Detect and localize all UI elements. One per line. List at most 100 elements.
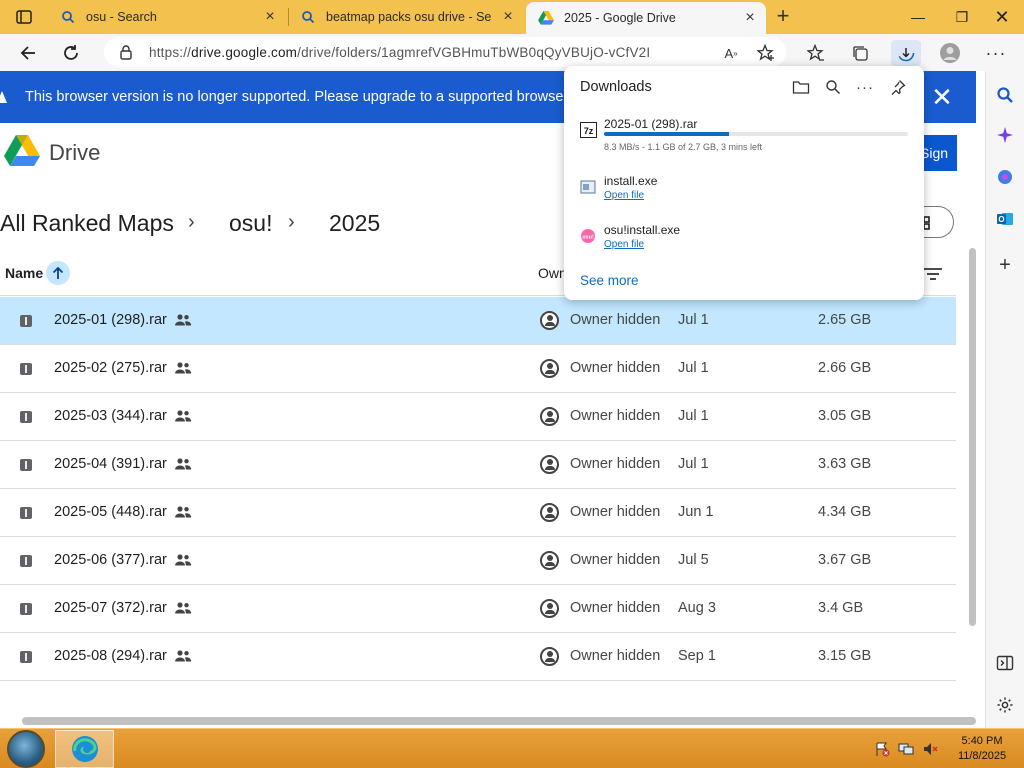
profile-avatar[interactable] [937, 40, 963, 66]
shared-people-icon [174, 457, 192, 471]
minimize-icon[interactable]: — [896, 0, 940, 34]
search-downloads-icon[interactable] [822, 76, 844, 98]
back-button[interactable] [15, 40, 41, 66]
edge-sidebar: O + [985, 71, 1024, 728]
file-size: 3.4 GB [818, 600, 864, 616]
owner-avatar-icon [540, 407, 559, 426]
more-options-icon[interactable]: ··· [983, 40, 1009, 66]
horizontal-scrollbar[interactable] [22, 717, 976, 725]
file-name[interactable]: 2025-01 (298).rar [54, 312, 167, 328]
new-tab-button[interactable]: + [772, 5, 794, 28]
settings-gear-icon[interactable] [993, 693, 1017, 717]
column-name[interactable]: Name [5, 265, 43, 281]
downloads-title: Downloads [580, 79, 652, 95]
file-modified-date: Jul 1 [678, 408, 709, 424]
open-downloads-folder-icon[interactable] [790, 76, 812, 98]
refresh-button[interactable] [58, 40, 84, 66]
file-row[interactable]: 2025-01 (298).rar Owner hidden Jul 1 2.65 G… [0, 297, 956, 345]
file-row[interactable]: 2025-08 (294).rar Owner hidden Sep 1 3.15 G… [0, 633, 956, 681]
tab-title: osu - Search [86, 10, 157, 24]
file-name[interactable]: 2025-04 (391).rar [54, 456, 167, 472]
file-row[interactable]: 2025-05 (448).rar Owner hidden Jun 1 4.34 G… [0, 489, 956, 537]
tab-google-drive[interactable]: 2025 - Google Drive × [526, 2, 766, 34]
close-tab-icon[interactable]: × [500, 9, 516, 25]
file-owner: Owner hidden [570, 648, 661, 664]
shared-people-icon [174, 409, 192, 423]
tab-osu-search[interactable]: osu - Search × [48, 0, 286, 34]
copilot-icon[interactable] [993, 123, 1017, 147]
read-aloud-icon[interactable]: A» [718, 40, 744, 66]
file-name[interactable]: 2025-08 (294).rar [54, 648, 167, 664]
archive-file-icon [20, 363, 32, 375]
pin-icon[interactable] [887, 76, 909, 98]
archive-file-icon [20, 507, 32, 519]
breadcrumb-item-osu[interactable]: osu! [229, 210, 272, 237]
exe-icon [580, 179, 597, 195]
add-favorite-icon[interactable] [753, 40, 779, 66]
add-sidebar-app-icon[interactable]: + [993, 253, 1017, 277]
file-name[interactable]: 2025-03 (344).rar [54, 408, 167, 424]
file-modified-date: Sep 1 [678, 648, 716, 664]
more-download-options-icon[interactable]: ··· [854, 76, 876, 98]
lock-icon[interactable] [118, 44, 134, 60]
system-clock[interactable]: 5:40 PM 11/8/2025 [950, 734, 1014, 764]
file-modified-date: Jul 5 [678, 552, 709, 568]
archive-file-icon [20, 651, 32, 663]
file-owner: Owner hidden [570, 360, 661, 376]
close-banner-icon[interactable]: ✕ [930, 84, 954, 110]
archive-file-icon [20, 411, 32, 423]
sort-options-icon[interactable] [922, 266, 944, 282]
hide-sidebar-icon[interactable] [993, 651, 1017, 675]
network-icon[interactable] [898, 741, 914, 757]
chevron-right-icon: › [288, 211, 295, 233]
see-more-link[interactable]: See more [580, 273, 639, 288]
file-row[interactable]: 2025-06 (377).rar Owner hidden Jul 5 3.67 G… [0, 537, 956, 585]
collections-icon[interactable] [847, 40, 873, 66]
tab-beatmap-search[interactable]: beatmap packs osu drive - Search × [288, 0, 524, 34]
download-file-name: install.exe [604, 174, 658, 188]
taskbar-edge-button[interactable] [55, 730, 114, 768]
file-owner: Owner hidden [570, 408, 661, 424]
archive-icon: 7z [580, 122, 597, 138]
warning-icon [0, 90, 8, 104]
start-button[interactable] [7, 730, 45, 768]
search-icon [60, 9, 76, 25]
breadcrumb-item-all-ranked-maps[interactable]: All Ranked Maps [0, 210, 174, 237]
outlook-icon[interactable]: O [993, 207, 1017, 231]
close-tab-icon[interactable]: × [262, 9, 278, 25]
url-text[interactable]: https://drive.google.com/drive/folders/1… [149, 45, 650, 60]
volume-muted-icon[interactable] [922, 741, 938, 757]
close-tab-icon[interactable]: × [742, 10, 758, 26]
open-file-link[interactable]: Open file [604, 239, 644, 250]
vertical-scrollbar-thumb[interactable] [969, 248, 976, 626]
tab-actions-icon[interactable] [14, 7, 34, 27]
file-name[interactable]: 2025-05 (448).rar [54, 504, 167, 520]
shared-people-icon [174, 505, 192, 519]
search-icon[interactable] [993, 83, 1017, 107]
osu-icon: osu! [580, 228, 597, 244]
file-row[interactable]: 2025-02 (275).rar Owner hidden Jul 1 2.66 G… [0, 345, 956, 393]
shared-people-icon [174, 601, 192, 615]
file-owner: Owner hidden [570, 600, 661, 616]
google-drive-logo-icon[interactable] [4, 135, 40, 167]
action-center-flag-icon[interactable] [874, 741, 890, 757]
file-name[interactable]: 2025-07 (372).rar [54, 600, 167, 616]
sort-ascending-icon[interactable] [46, 261, 70, 285]
restore-icon[interactable]: ❐ [940, 0, 984, 34]
file-name[interactable]: 2025-06 (377).rar [54, 552, 167, 568]
file-name[interactable]: 2025-02 (275).rar [54, 360, 167, 376]
file-row[interactable]: 2025-07 (372).rar Owner hidden Aug 3 3.4 GB [0, 585, 956, 633]
google-drive-icon [538, 10, 554, 26]
favorites-icon[interactable] [803, 40, 829, 66]
file-row[interactable]: 2025-03 (344).rar Owner hidden Jul 1 3.05 G… [0, 393, 956, 441]
file-row[interactable]: 2025-04 (391).rar Owner hidden Jul 1 3.63 G… [0, 441, 956, 489]
games-icon[interactable] [993, 165, 1017, 189]
shared-people-icon [174, 313, 192, 327]
search-icon [300, 9, 316, 25]
address-bar[interactable]: https://drive.google.com/drive/folders/1… [104, 37, 786, 67]
download-status: 8.3 MB/s - 1.1 GB of 2.7 GB, 3 mins left [604, 142, 763, 152]
app-name[interactable]: Drive [49, 140, 100, 166]
downloads-button[interactable] [891, 40, 921, 66]
close-window-icon[interactable]: ✕ [980, 0, 1024, 34]
open-file-link[interactable]: Open file [604, 190, 644, 201]
